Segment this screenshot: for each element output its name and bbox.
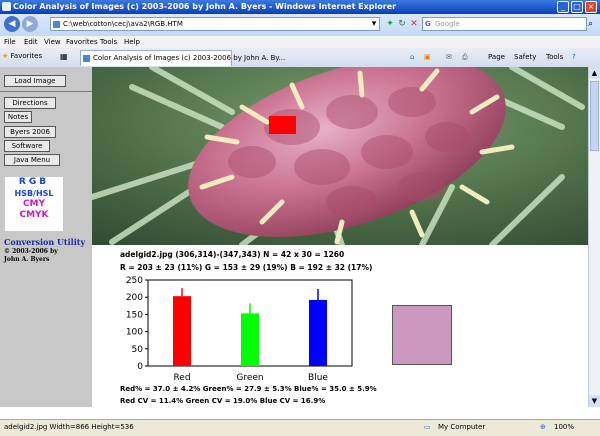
ie-icon: [2, 2, 11, 11]
dropdown-arrow-icon[interactable]: ▾: [368, 18, 380, 30]
forward-button[interactable]: ▶: [22, 16, 38, 32]
menu-view[interactable]: View: [44, 38, 61, 46]
home-icon[interactable]: ⌂: [410, 53, 414, 61]
help-icon[interactable]: ?: [572, 53, 576, 61]
selection-box: [269, 116, 296, 134]
status-bar: adelgid2.jpg Width=866 Height=536 ▭ My C…: [0, 419, 600, 436]
category-label-green: Green: [236, 373, 263, 383]
zoom-icon[interactable]: ⊕: [540, 423, 546, 431]
logo-hsb: HSB/HSL: [14, 189, 54, 198]
author-text: John A. Byers: [4, 256, 50, 263]
software-button[interactable]: Software: [4, 140, 50, 152]
favorites-label: Favorites: [10, 52, 43, 60]
page-menu[interactable]: Page: [488, 53, 505, 61]
logo-rgb: RGB: [18, 177, 50, 187]
load-image-button[interactable]: Load Image: [4, 75, 66, 87]
tab-title: Color Analysis of Images (c) 2003-2006 b…: [93, 54, 286, 62]
logo-cmy: CMY: [22, 199, 46, 209]
rgb-bar-chart: 0 50 100 150 200 250 Red Green Blue: [118, 274, 358, 384]
close-button[interactable]: ×: [585, 1, 597, 13]
address-url: C:\web\cotton\cecj\ava2\RGB.HTM: [63, 20, 183, 28]
copyright-text: © 2003-2006 by: [4, 248, 58, 255]
cv-line: Red CV = 11.4% Green CV = 19.0% Blue CV …: [120, 397, 326, 405]
tab-grid-icon[interactable]: ▦: [60, 52, 68, 61]
tools-menu[interactable]: Tools: [546, 53, 563, 61]
scroll-thumb[interactable]: [590, 81, 599, 151]
logo-cmyk: CMYK: [19, 210, 49, 220]
star-icon: ★: [2, 52, 9, 60]
y-tick-label: 200: [126, 293, 143, 303]
tab-bar: ★ Favorites ▦ Color Analysis of Images (…: [0, 48, 600, 68]
window-title: Color Analysis of Images (c) 2003-2006 b…: [13, 2, 397, 11]
page-icon: [83, 55, 90, 62]
vertical-scrollbar[interactable]: ▲ ▼: [588, 67, 600, 407]
notes-button[interactable]: Notes: [4, 111, 32, 123]
search-input[interactable]: G Google: [422, 17, 587, 31]
search-placeholder: Google: [435, 20, 460, 28]
y-tick-label: 0: [137, 362, 143, 372]
category-label-blue: Blue: [308, 373, 328, 383]
back-button[interactable]: ◀: [4, 16, 20, 32]
directions-button[interactable]: Directions: [4, 97, 56, 109]
color-swatch: [392, 305, 452, 365]
y-tick-label: 250: [126, 276, 143, 286]
y-tick-label: 50: [132, 345, 144, 355]
percent-line: Red% = 37.0 ± 4.2% Green% = 27.9 ± 5.3% …: [120, 385, 377, 393]
minimize-button[interactable]: _: [557, 1, 569, 13]
computer-icon: ▭: [424, 423, 431, 431]
zone-text: My Computer: [438, 423, 486, 431]
byers-2006-button[interactable]: Byers 2006: [4, 126, 56, 138]
favorites-button[interactable]: ★ Favorites: [2, 52, 42, 60]
google-icon: G: [425, 20, 431, 28]
status-text: adelgid2.jpg Width=866 Height=536: [4, 423, 134, 431]
address-bar[interactable]: C:\web\cotton\cecj\ava2\RGB.HTM: [50, 17, 380, 31]
rgb-logo: RGB HSB/HSL CMY CMYK: [5, 177, 63, 231]
refresh-icon[interactable]: ↻: [396, 18, 408, 30]
bar-red: [173, 296, 191, 366]
menu-bar: File Edit View Favorites Tools Help: [0, 36, 600, 48]
conversion-utility-label: Conversion Utility: [4, 237, 86, 247]
search-icon[interactable]: ⌕: [588, 18, 598, 30]
tab-active[interactable]: Color Analysis of Images (c) 2003-2006 b…: [80, 50, 285, 66]
maximize-button[interactable]: □: [571, 1, 583, 13]
compatibility-icon[interactable]: ✦: [384, 18, 396, 30]
bar-blue: [309, 299, 327, 366]
menu-edit[interactable]: Edit: [24, 38, 38, 46]
menu-favorites[interactable]: Favorites: [66, 38, 98, 46]
safety-menu[interactable]: Safety: [514, 53, 536, 61]
title-bar: Color Analysis of Images (c) 2003-2006 b…: [0, 0, 600, 14]
page-icon: [53, 21, 60, 28]
feeds-icon[interactable]: ▣: [424, 53, 431, 61]
mail-icon[interactable]: ✉: [446, 53, 452, 61]
menu-file[interactable]: File: [4, 38, 16, 46]
scroll-down-icon[interactable]: ▼: [589, 395, 600, 407]
image-info-line: adelgid2.jpg (306,314)-(347,343) N = 42 …: [120, 250, 345, 259]
scroll-up-icon[interactable]: ▲: [589, 67, 600, 79]
print-icon[interactable]: ⎙: [462, 53, 468, 62]
analyzed-image[interactable]: [92, 67, 588, 245]
stop-icon[interactable]: ✕: [408, 18, 420, 30]
java-menu-button[interactable]: Java Menu: [4, 154, 60, 166]
y-tick-label: 150: [126, 310, 143, 320]
y-tick-label: 100: [126, 328, 143, 338]
bar-green: [241, 313, 259, 366]
rgb-values-line: R = 203 ± 23 (11%) G = 153 ± 29 (19%) B …: [120, 263, 373, 272]
zoom-level[interactable]: 100%: [554, 423, 574, 431]
menu-tools[interactable]: Tools: [100, 38, 117, 46]
sidebar-divider: [0, 91, 92, 92]
menu-help[interactable]: Help: [124, 38, 140, 46]
category-label-red: Red: [173, 373, 190, 383]
